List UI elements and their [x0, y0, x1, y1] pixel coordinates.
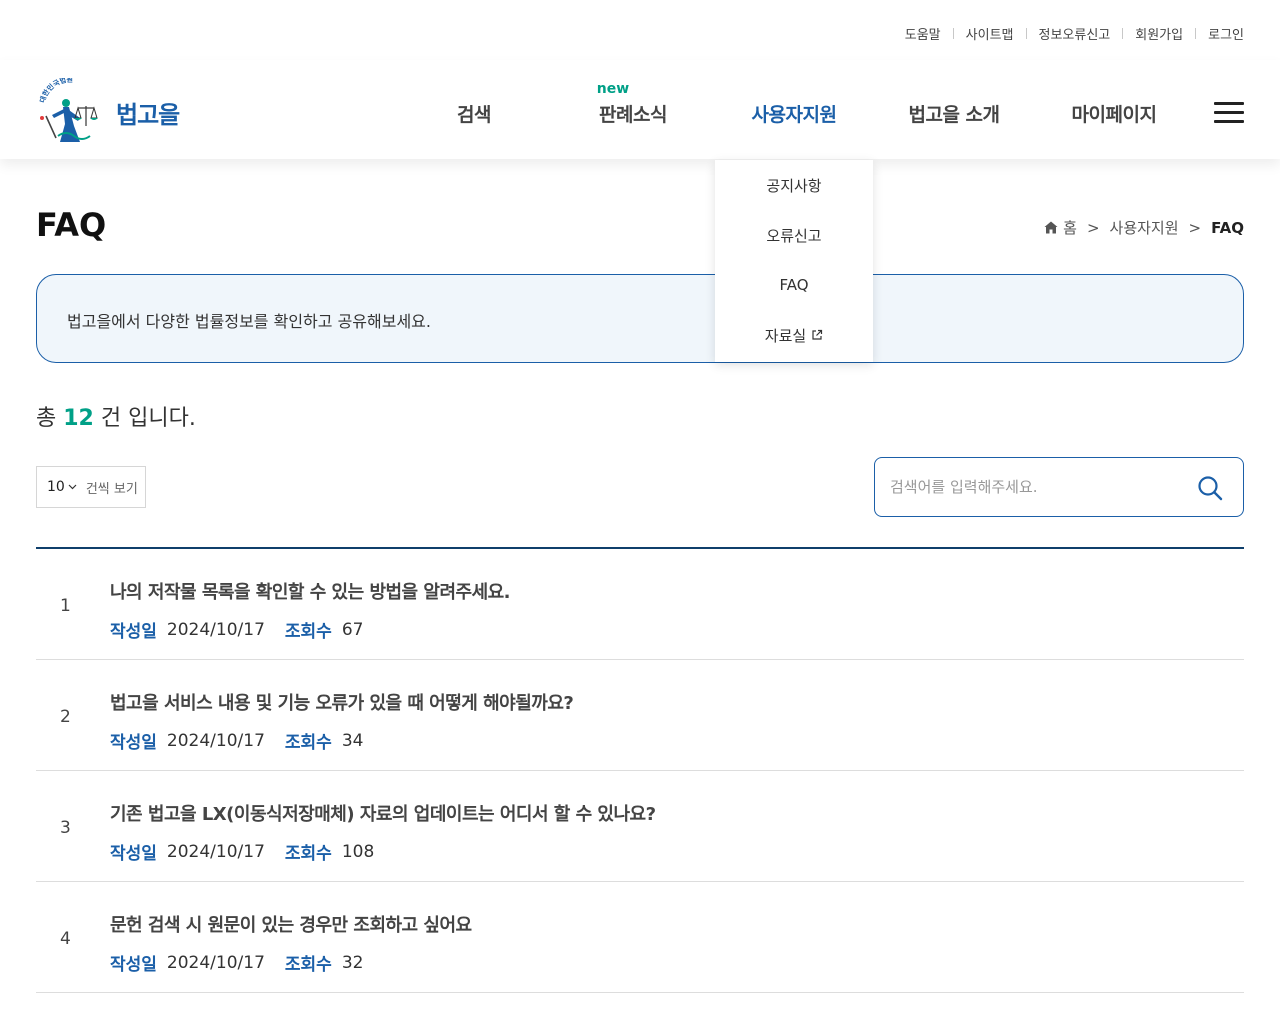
date-label: 작성일	[110, 733, 157, 753]
page-title: FAQ	[36, 206, 107, 244]
breadcrumb-separator: >	[1086, 218, 1100, 237]
divider	[952, 28, 954, 39]
nav-item-case-news[interactable]: 판례소식	[553, 100, 713, 127]
page-size-select[interactable]: 10 건씩 보기	[36, 466, 146, 508]
submenu-archive[interactable]: 자료실	[715, 310, 873, 360]
faq-list: 1 나의 저작물 목록을 확인할 수 있는 방법을 알려주세요. 작성일 202…	[36, 547, 1244, 993]
user-support-dropdown: 공지사항 오류신고 FAQ 자료실	[715, 160, 873, 362]
total-suffix: 건 입니다.	[100, 406, 196, 431]
faq-meta: 작성일 2024/10/17 조회수 108	[110, 839, 394, 865]
faq-question[interactable]: 문헌 검색 시 원문이 있는 경우만 조회하고 싶어요	[110, 911, 472, 937]
hamburger-menu-button[interactable]	[1214, 102, 1244, 124]
nav-item-about[interactable]: 법고을 소개	[874, 100, 1034, 127]
submenu-label: 오류신고	[766, 226, 822, 245]
faq-row[interactable]: 2 법고을 서비스 내용 및 기능 오류가 있을 때 어떻게 해야될까요? 작성…	[36, 660, 1244, 771]
views-label: 조회수	[284, 622, 332, 642]
submenu-label: 자료실	[764, 326, 807, 345]
site-header: 대한민국법원 법고을 검색 판례소식 사용자지원 법고을 소개 마이페이지 ne…	[0, 60, 1280, 159]
search-icon[interactable]	[1197, 475, 1223, 501]
faq-meta: 작성일 2024/10/17 조회수 32	[110, 950, 383, 976]
home-icon	[1044, 221, 1058, 234]
faq-meta: 작성일 2024/10/17 조회수 67	[110, 617, 383, 643]
search-input[interactable]	[890, 458, 1190, 516]
date-label: 작성일	[110, 955, 157, 975]
nav-item-user-support[interactable]: 사용자지원	[714, 100, 874, 127]
faq-number: 1	[60, 596, 71, 616]
faq-date: 2024/10/17	[166, 619, 265, 640]
faq-views: 34	[341, 730, 364, 751]
signup-link[interactable]: 회원가입	[1135, 24, 1183, 43]
breadcrumb-current: FAQ	[1211, 218, 1244, 237]
divider	[1025, 28, 1027, 39]
breadcrumb: 홈 > 사용자지원 > FAQ	[1044, 217, 1244, 238]
logo-name: 법고을	[116, 100, 180, 129]
faq-question[interactable]: 기존 법고을 LX(이동식저장매체) 자료의 업데이트는 어디서 할 수 있나요…	[110, 800, 656, 826]
faq-row[interactable]: 1 나의 저작물 목록을 확인할 수 있는 방법을 알려주세요. 작성일 202…	[36, 549, 1244, 660]
total-prefix: 총	[36, 406, 57, 431]
hamburger-line	[1214, 120, 1244, 123]
utility-links: 도움말 사이트맵 정보오류신고 회원가입 로그인	[905, 24, 1244, 43]
new-badge: new	[596, 81, 630, 97]
faq-question[interactable]: 나의 저작물 목록을 확인할 수 있는 방법을 알려주세요.	[110, 578, 511, 604]
help-link[interactable]: 도움말	[905, 24, 941, 43]
chevron-down-icon	[68, 484, 77, 490]
faq-row[interactable]: 3 기존 법고을 LX(이동식저장매체) 자료의 업데이트는 어디서 할 수 있…	[36, 771, 1244, 882]
external-link-icon	[812, 329, 823, 340]
hamburger-line	[1214, 102, 1244, 105]
info-text: 법고을에서 다양한 법률정보를 확인하고 공유해보세요.	[67, 312, 431, 331]
site-logo[interactable]: 대한민국법원 법고을	[36, 78, 180, 146]
faq-date: 2024/10/17	[166, 730, 265, 751]
info-banner: 법고을에서 다양한 법률정보를 확인하고 공유해보세요.	[36, 274, 1244, 363]
submenu-error-report[interactable]: 오류신고	[715, 210, 873, 260]
breadcrumb-separator: >	[1188, 218, 1202, 237]
faq-question[interactable]: 법고을 서비스 내용 및 기능 오류가 있을 때 어떻게 해야될까요?	[110, 689, 574, 715]
date-label: 작성일	[110, 844, 157, 864]
faq-number: 3	[60, 818, 71, 838]
views-label: 조회수	[284, 955, 332, 975]
sitemap-link[interactable]: 사이트맵	[966, 24, 1014, 43]
faq-views: 32	[341, 952, 364, 973]
faq-views: 67	[341, 619, 364, 640]
submenu-label: FAQ	[779, 276, 809, 294]
nav-item-mypage[interactable]: 마이페이지	[1034, 100, 1194, 127]
breadcrumb-home[interactable]: 홈	[1063, 217, 1077, 238]
total-number: 12	[63, 406, 94, 431]
search-box	[874, 457, 1244, 517]
divider	[1195, 28, 1197, 39]
date-label: 작성일	[110, 622, 157, 642]
login-link[interactable]: 로그인	[1208, 24, 1244, 43]
court-emblem-icon: 대한민국법원	[38, 78, 98, 142]
faq-views: 108	[341, 841, 375, 862]
views-label: 조회수	[284, 844, 332, 864]
faq-date: 2024/10/17	[166, 841, 265, 862]
nav-item-search[interactable]: 검색	[394, 100, 554, 127]
faq-number: 2	[60, 707, 71, 727]
hamburger-line	[1214, 111, 1244, 114]
submenu-faq[interactable]: FAQ	[715, 260, 873, 310]
page-size-value: 10	[47, 479, 65, 495]
total-count: 총 12 건 입니다.	[36, 400, 196, 432]
faq-meta: 작성일 2024/10/17 조회수 34	[110, 728, 383, 754]
views-label: 조회수	[284, 733, 332, 753]
submenu-notice[interactable]: 공지사항	[715, 160, 873, 210]
page-size-label: 건씩 보기	[85, 481, 138, 497]
faq-row[interactable]: 4 문헌 검색 시 원문이 있는 경우만 조회하고 싶어요 작성일 2024/1…	[36, 882, 1244, 993]
submenu-label: 공지사항	[766, 176, 822, 195]
report-error-link[interactable]: 정보오류신고	[1039, 24, 1111, 43]
faq-date: 2024/10/17	[166, 952, 265, 973]
divider	[1122, 28, 1124, 39]
faq-number: 4	[60, 929, 71, 949]
breadcrumb-section[interactable]: 사용자지원	[1110, 217, 1179, 238]
